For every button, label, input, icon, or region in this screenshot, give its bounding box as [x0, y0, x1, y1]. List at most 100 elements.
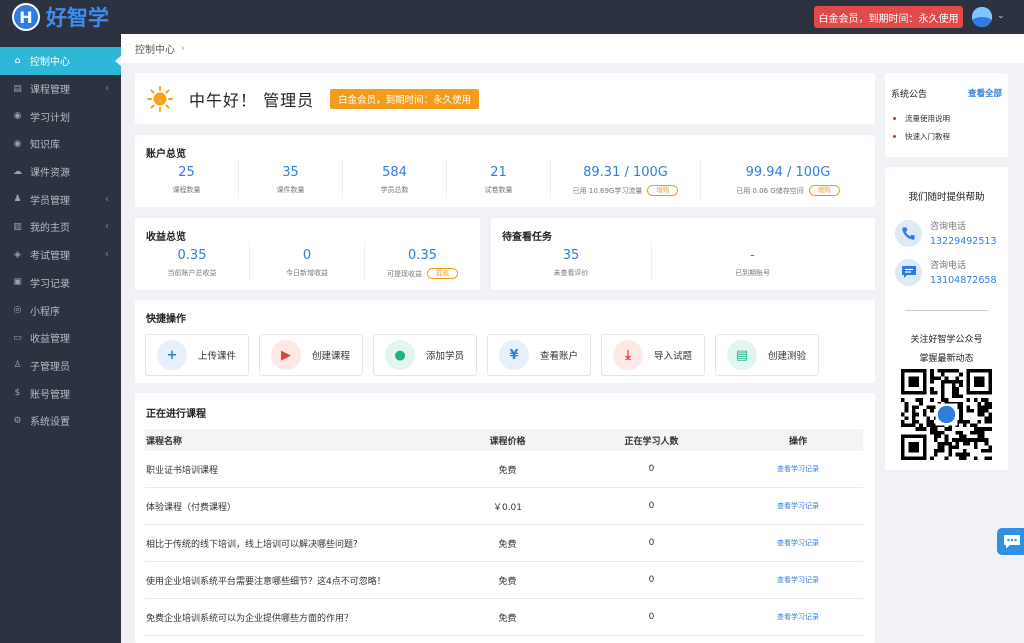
floating-chat-button[interactable]	[997, 528, 1024, 555]
sidebar-item-8[interactable]: ▣ 学习记录	[0, 269, 121, 297]
stat-label-text: 学员总数	[380, 186, 409, 194]
stat-label-text: 今日新增收益	[286, 269, 328, 277]
phone-icon	[895, 219, 922, 247]
sidebar-item-3[interactable]: ◉ 知识库	[0, 130, 121, 158]
view-learning-record-link[interactable]: 查看学习记录	[777, 465, 819, 473]
view-learning-record-link[interactable]: 查看学习记录	[777, 613, 819, 621]
account-action-button[interactable]: 增购	[647, 185, 679, 196]
user-icon: ♙	[13, 360, 22, 371]
chat-icon	[895, 258, 922, 286]
sidebar-item-1[interactable]: ▤ 课程管理 ‹	[0, 75, 121, 103]
pending-stat: - 已到期账号	[652, 242, 853, 282]
courses-table: 课程名称 课程价格 正在学习人数 操作 职业证书培训课程 免费 0 查看学习记录 体验课…	[145, 429, 863, 636]
quick-action-label: 导入试题	[654, 351, 693, 362]
quick-actions-card: 快捷操作 + 上传课件 ▶ 创建课程 ● 添加学员 ¥ 查看账户 ⤓ 导入试题 ▤ 创建测验	[135, 300, 875, 383]
stat-value: 35	[562, 248, 580, 263]
sidebar-item-7[interactable]: ◈ 考试管理 ‹	[0, 241, 121, 269]
course-price: 免费	[498, 613, 517, 624]
help-card: 我们随时提供帮助 咨询电话 13229492513 咨询电话 131048726…	[885, 167, 1008, 470]
course-name: 体验课程（付费课程）	[146, 502, 237, 513]
stat-label-text: 已用 0.06 G储存空间	[736, 186, 804, 195]
pending-tasks-card: 待查看任务 35 未查看评价 - 已到期账号	[491, 218, 875, 290]
course-learners: 0	[648, 612, 655, 622]
account-action-button[interactable]: 增购	[808, 185, 840, 196]
sidebar-item-0[interactable]: ⌂ 控制中心	[0, 47, 122, 75]
sidebar-item-label: 学习计划	[30, 112, 70, 124]
notice-item[interactable]: 快速入门教程	[893, 131, 950, 142]
greeting-title: 中午好！ 管理员	[189, 90, 315, 110]
card-icon: ▣	[13, 277, 22, 288]
income-stats: 0.35 当前账户总收益 0 今日新增收益 0.35 可提现收益 提现	[135, 242, 480, 282]
pending-tasks-title: 待查看任务	[502, 232, 552, 243]
logo-mark: H	[12, 3, 40, 31]
course-action-cell: 查看学习记录	[733, 501, 863, 511]
pending-stat: 35 未查看评价	[491, 242, 652, 282]
course-name: 相比于传统的线下培训，线上培训可以解决哪些问题？	[146, 539, 363, 550]
logo[interactable]: H 好智学	[12, 2, 109, 32]
income-stat: 0.35 可提现收益 提现	[365, 242, 480, 282]
sidebar-item-2[interactable]: ◉ 学习计划	[0, 102, 121, 130]
notice-list: 流量使用说明 快速入门教程	[893, 113, 950, 149]
income-action-button[interactable]: 提现	[427, 268, 458, 279]
stat-label: 可提现收益 提现	[387, 268, 458, 279]
users-icon: ♟	[13, 194, 22, 205]
courses-title: 正在进行课程	[146, 409, 206, 420]
stat-label: 课件数量	[277, 185, 305, 195]
course-action-cell: 查看学习记录	[733, 612, 863, 622]
quick-action-label: 创建测验	[768, 351, 807, 362]
sidebar-item-11[interactable]: ♙ 子管理员	[0, 352, 121, 380]
view-all-link[interactable]: 查看全部	[968, 87, 1002, 99]
sidebar-item-5[interactable]: ♟ 学员管理 ‹	[0, 185, 121, 213]
sidebar-item-label: 账号管理	[30, 389, 70, 401]
sidebar-item-13[interactable]: ⚙ 系统设置	[0, 407, 121, 435]
course-learners: 0	[648, 575, 655, 585]
stat-value: 584	[382, 165, 407, 180]
account-stats: 25 课程数量 35 课件数量 584 学员总数 21 试卷数量 89.31 / 100G 已用 …	[135, 159, 875, 199]
sidebar-item-12[interactable]: $ 账号管理	[0, 379, 121, 407]
course-action-cell: 查看学习记录	[733, 575, 863, 585]
income-overview-title: 收益总览	[146, 232, 186, 243]
breadcrumb-current[interactable]: 控制中心	[135, 41, 175, 56]
sidebar-item-9[interactable]: ◎ 小程序	[0, 296, 121, 324]
table-row: 免费企业培训系统可以为企业提供哪些方面的作用？ 免费 0 查看学习记录	[145, 599, 863, 636]
stat-label-text: 未查看评价	[553, 269, 589, 277]
view-learning-record-link[interactable]: 查看学习记录	[777, 539, 819, 547]
sidebar-item-10[interactable]: ▭ 收益管理	[0, 324, 121, 352]
stat-value: 35	[282, 165, 299, 180]
table-row: 使用企业培训系统平台需要注意哪些细节？这4点不可忽略！ 免费 0 查看学习记录	[145, 562, 863, 599]
account-stat: 584 学员总数	[343, 159, 447, 199]
account-overview-card: 账户总览 25 课程数量 35 课件数量 584 学员总数 21 试卷数量 89.31 / 10…	[135, 135, 875, 207]
sidebar-item-label: 收益管理	[30, 334, 70, 346]
quick-action-4[interactable]: ⤓ 导入试题	[601, 334, 705, 376]
quick-action-5[interactable]: ▤ 创建测验	[715, 334, 819, 376]
avatar[interactable]	[972, 7, 992, 27]
notice-item[interactable]: 流量使用说明	[893, 113, 950, 124]
stat-label: 学员总数	[381, 185, 409, 195]
sidebar-item-4[interactable]: ☁ 课件资源	[0, 158, 121, 186]
chevron-down-icon[interactable]: ⌄	[997, 11, 1005, 21]
sidebar-item-label: 我的主页	[30, 223, 70, 235]
quick-action-label: 添加学员	[426, 351, 465, 362]
sidebar-item-label: 学员管理	[30, 195, 70, 207]
quick-action-0[interactable]: + 上传课件	[145, 334, 249, 376]
member-badge[interactable]: 白金会员，到期时间：永久使用	[814, 6, 963, 28]
stat-label: 已到期账号	[735, 268, 770, 278]
quick-action-3[interactable]: ¥ 查看账户	[487, 334, 591, 376]
account-stat: 99.94 / 100G 已用 0.06 G储存空间 增购	[701, 159, 875, 199]
eye-icon: ◉	[13, 138, 22, 149]
contact-number[interactable]: 13229492513	[930, 236, 997, 247]
view-learning-record-link[interactable]: 查看学习记录	[777, 576, 819, 584]
view-learning-record-link[interactable]: 查看学习记录	[777, 502, 819, 510]
account-overview-title: 账户总览	[146, 149, 186, 160]
sidebar-item-label: 知识库	[30, 140, 60, 152]
quick-action-1[interactable]: ▶ 创建课程	[259, 334, 363, 376]
sidebar-item-label: 控制中心	[30, 57, 70, 69]
contact-number[interactable]: 13104872658	[930, 275, 997, 286]
account-stat: 35 课件数量	[239, 159, 343, 199]
quick-action-2[interactable]: ● 添加学员	[373, 334, 477, 376]
sidebar-item-label: 课程管理	[30, 85, 70, 97]
stat-value: 25	[178, 165, 195, 180]
sidebar-item-6[interactable]: ▥ 我的主页 ‹	[0, 213, 121, 241]
contact-label: 咨询电话	[930, 261, 967, 271]
plus-icon: +	[157, 340, 187, 370]
